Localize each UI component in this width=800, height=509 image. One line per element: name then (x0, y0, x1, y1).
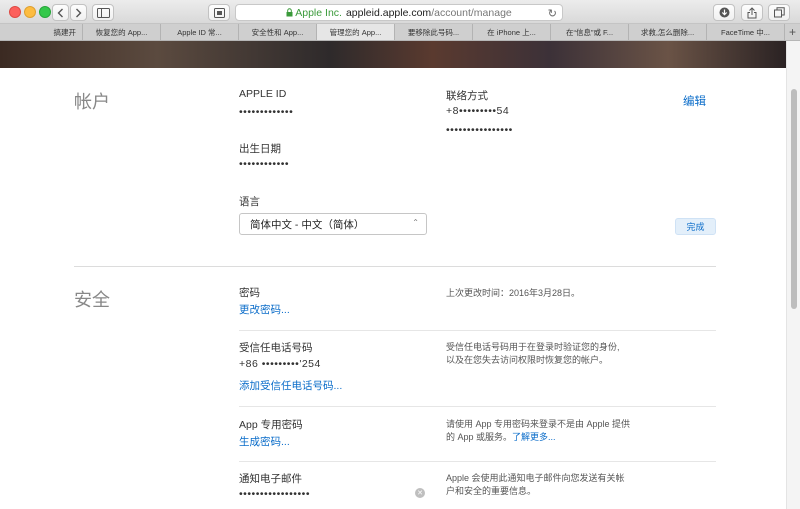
back-button[interactable] (52, 4, 69, 21)
forward-button[interactable] (70, 4, 87, 21)
language-select-value: 简体中文 - 中文（简体） (250, 218, 365, 231)
password-last-changed: 上次更改时间：2016年3月28日。 (446, 288, 581, 298)
download-icon (719, 7, 729, 18)
clear-field-icon[interactable]: ✕ (415, 488, 425, 498)
chevron-left-icon (57, 8, 63, 17)
chevron-right-icon (76, 8, 82, 17)
language-label: 语言 (239, 196, 260, 208)
contact-phone-value: +8•••••••••54 (446, 105, 510, 117)
notification-email-label: 通知电子邮件 (239, 473, 302, 485)
browser-tab[interactable]: 求救,怎么删除... (629, 24, 707, 40)
secure-connection-label: Apple Inc. (286, 7, 342, 19)
app-password-description-1: 请使用 App 专用密码来登录不是由 Apple 提供 (446, 419, 631, 429)
sidebar-icon (96, 7, 110, 18)
browser-tab[interactable]: 在 iPhone 上... (473, 24, 551, 40)
url-domain: appleid.apple.com (345, 6, 432, 19)
header-banner-image (0, 41, 786, 68)
browser-tab[interactable]: 要移除此号码... (395, 24, 473, 40)
tab-bar: 搞建开 恢复您的 App... Apple ID 常... 安全性和 App... 管理… (0, 24, 800, 41)
birthday-label: 出生日期 (239, 143, 281, 155)
edit-account-link[interactable]: 编辑 (683, 93, 706, 109)
share-icon (747, 6, 757, 18)
maximize-window-icon[interactable] (39, 6, 51, 18)
browser-tab[interactable]: 恢复您的 App... (83, 24, 161, 40)
browser-tab[interactable]: 管理您的 App... (317, 24, 395, 40)
contact-email-value: •••••••••••••••• (446, 124, 513, 136)
browser-tab[interactable]: 安全性和 App... (239, 24, 317, 40)
notification-email-value: ••••••••••••••••• (239, 488, 310, 500)
generate-password-link[interactable]: 生成密码... (239, 434, 290, 449)
row-divider (239, 330, 716, 331)
account-page: 帐户 APPLE ID ••••••••••••• 联络方式 +8•••••••… (0, 68, 786, 509)
row-divider (239, 461, 716, 462)
url-path: /account/manage (431, 6, 512, 19)
add-trusted-phone-link[interactable]: 添加受信任电话号码... (239, 378, 342, 393)
close-window-icon[interactable] (9, 6, 21, 18)
new-tab-button[interactable]: + (785, 24, 800, 40)
trusted-phone-value: +86 •••••••••'254 (239, 358, 321, 370)
done-button[interactable]: 完成 (675, 218, 716, 235)
trusted-phone-label: 受信任电话号码 (239, 342, 313, 354)
browser-tab[interactable]: FaceTime 中... (707, 24, 785, 40)
row-divider (239, 406, 716, 407)
contact-label: 联络方式 (446, 90, 488, 102)
language-select[interactable]: 简体中文 - 中文（简体） ⌃ (239, 213, 427, 235)
birthday-value: •••••••••••• (239, 158, 290, 170)
scrollbar-thumb[interactable] (791, 89, 797, 309)
change-password-link[interactable]: 更改密码... (239, 302, 290, 317)
vertical-scrollbar[interactable] (786, 41, 800, 509)
share-button[interactable] (741, 4, 763, 21)
apple-id-label: APPLE ID (239, 88, 287, 100)
browser-tab[interactable]: Apple ID 常... (161, 24, 239, 40)
tabs-overview-icon (773, 7, 785, 18)
security-section-title: 安全 (74, 290, 110, 310)
notification-email-description-1: Apple 会使用此通知电子邮件向您发送有关帐 (446, 473, 625, 483)
sidebar-toggle-button[interactable] (92, 4, 114, 21)
chevron-updown-icon: ⌃ (412, 218, 419, 227)
password-label: 密码 (239, 287, 260, 299)
reader-icon (213, 7, 225, 18)
window-titlebar: Apple Inc. appleid.apple.com /account/ma… (0, 0, 800, 24)
section-divider (74, 266, 716, 267)
reload-icon[interactable]: ↻ (548, 7, 557, 20)
address-bar[interactable]: Apple Inc. appleid.apple.com /account/ma… (235, 4, 563, 21)
notification-email-description-2: 户和安全的重要信息。 (446, 486, 537, 496)
minimize-window-icon[interactable] (24, 6, 36, 18)
account-section-title: 帐户 (74, 92, 110, 112)
apple-id-value: ••••••••••••• (239, 106, 294, 118)
app-password-description-2: 的 App 或服务。了解更多... (446, 432, 556, 442)
trusted-phone-description-1: 受信任电话号码用于在登录时验证您的身份, (446, 342, 620, 352)
browser-tab[interactable]: 搞建开 (0, 24, 83, 40)
show-all-tabs-button[interactable] (768, 4, 790, 21)
trusted-phone-description-2: 以及在您失去访问权限时恢复您的帐户。 (446, 355, 609, 365)
lock-icon (286, 8, 293, 17)
reader-button[interactable] (208, 4, 230, 21)
app-password-label: App 专用密码 (239, 419, 303, 431)
browser-tab[interactable]: 在“信息”或 F... (551, 24, 629, 40)
learn-more-link[interactable]: 了解更多... (512, 432, 556, 442)
downloads-button[interactable] (713, 4, 735, 21)
